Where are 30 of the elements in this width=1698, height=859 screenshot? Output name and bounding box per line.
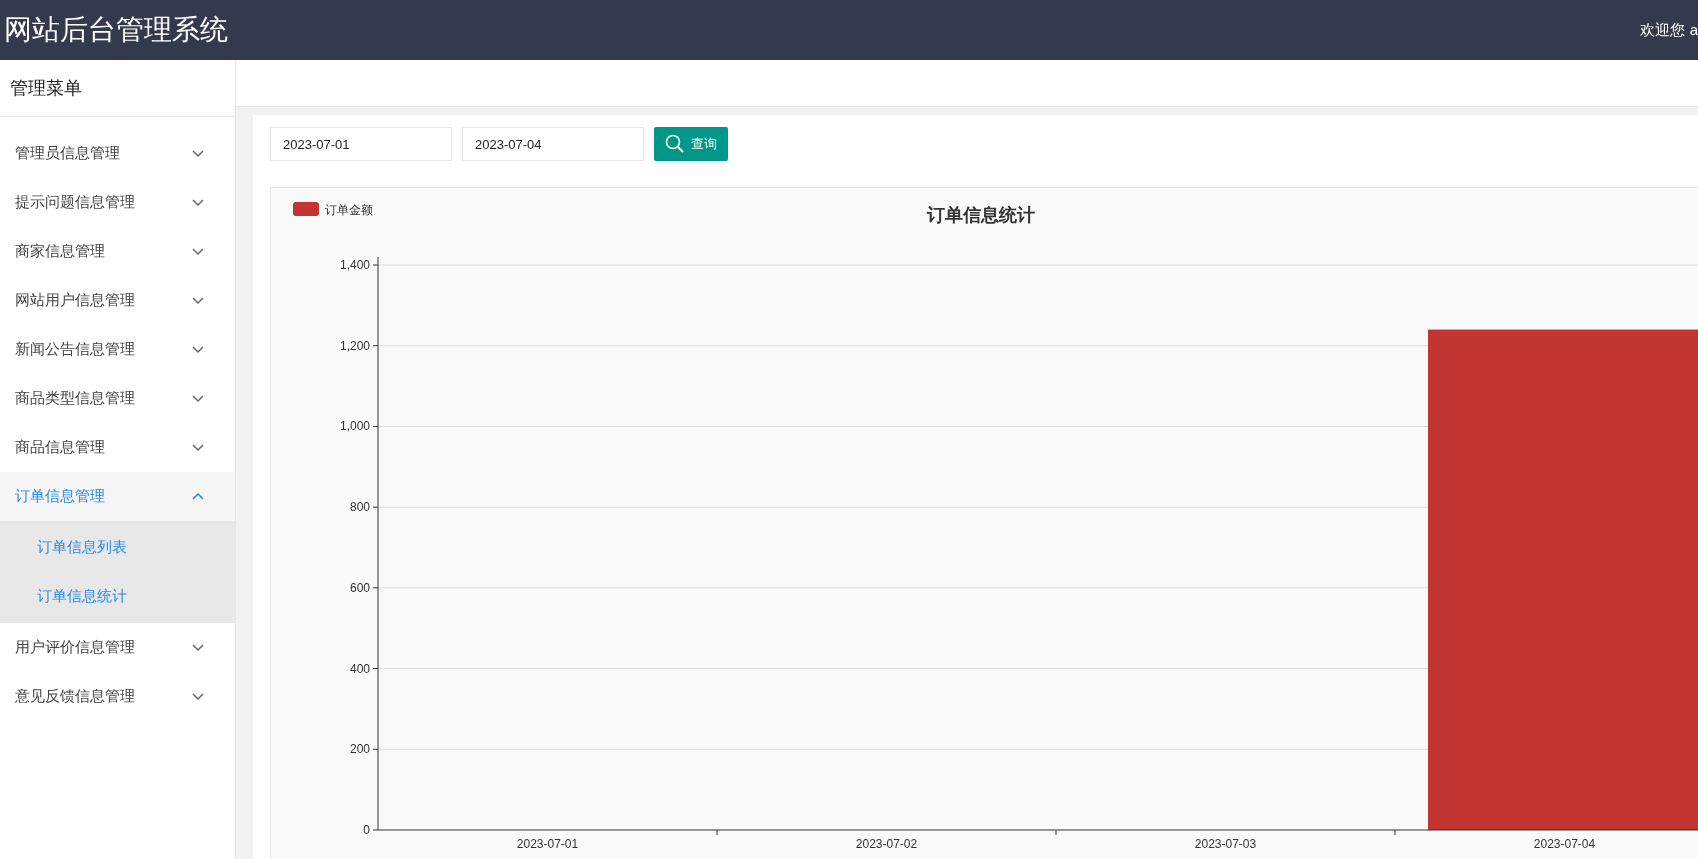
x-axis-label: 2023-07-01 — [516, 837, 579, 851]
y-axis-label: 800 — [349, 500, 370, 515]
x-axis-label: 2023-07-02 — [855, 837, 918, 851]
menu-item[interactable]: 提示问题信息管理 — [0, 178, 235, 227]
sidebar-title: 管理菜单 — [0, 60, 235, 117]
y-axis-label: 400 — [349, 661, 370, 676]
search-icon — [665, 134, 685, 154]
menu-item[interactable]: 网站用户信息管理 — [0, 276, 235, 325]
y-axis-label: 1,000 — [339, 419, 370, 434]
menu-item[interactable]: 商品类型信息管理 — [0, 374, 235, 423]
start-date-field[interactable]: 2023-07-01 — [270, 127, 452, 161]
y-axis-label: 1,200 — [339, 338, 370, 353]
menu-item[interactable]: 管理员信息管理 — [0, 129, 235, 178]
chart-title: 订单信息统计 — [927, 205, 1035, 225]
search-button[interactable]: 查询 — [654, 127, 728, 161]
menu-item[interactable]: 商品信息管理 — [0, 423, 235, 472]
x-axis-label: 2023-07-03 — [1194, 837, 1257, 851]
legend-label: 订单金额 — [325, 203, 373, 217]
menu-item[interactable]: 商家信息管理 — [0, 227, 235, 276]
app-title: 网站后台管理系统 — [3, 13, 228, 47]
y-axis-label: 200 — [349, 742, 370, 757]
y-axis-label: 1,400 — [339, 258, 370, 272]
end-date-field[interactable]: 2023-07-04 — [462, 127, 644, 161]
x-axis-label: 2023-07-04 — [1533, 837, 1596, 851]
menu-item[interactable]: 新闻公告信息管理 — [0, 325, 235, 374]
y-axis-label: 600 — [349, 580, 370, 595]
y-axis-label: 0 — [363, 823, 370, 837]
welcome-text: 欢迎您 a — [1640, 19, 1698, 40]
menu-item[interactable]: 用户评价信息管理 — [0, 623, 235, 672]
menu-item[interactable]: 意见反馈信息管理 — [0, 672, 235, 721]
